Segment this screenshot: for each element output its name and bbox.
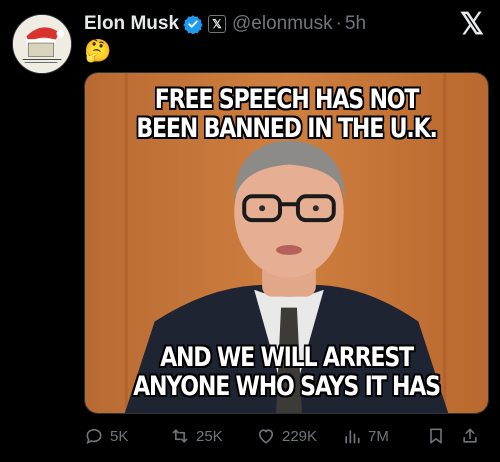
avatar[interactable] bbox=[12, 14, 72, 74]
views-button[interactable]: 7M bbox=[342, 426, 389, 446]
repost-icon bbox=[172, 429, 188, 443]
views-icon bbox=[345, 430, 360, 444]
meme-caption-bottom: AND WE WILL ARREST ANYONE WHO SAYS IT HA… bbox=[133, 342, 441, 402]
tweet-media-image[interactable]: FREE SPEECH HAS NOT BEEN BANNED IN THE U… bbox=[84, 72, 489, 414]
verified-icon bbox=[183, 14, 203, 35]
separator-dot: · bbox=[335, 13, 342, 34]
share-icon bbox=[463, 428, 477, 443]
tweet-timestamp[interactable]: 5h bbox=[345, 13, 366, 35]
tweet-header: Elon Musk 𝕏 @elonmusk · 5h bbox=[84, 12, 366, 36]
share-button[interactable] bbox=[460, 426, 486, 446]
repost-button[interactable]: 25K bbox=[170, 426, 223, 446]
reply-icon bbox=[86, 428, 102, 445]
bookmark-icon bbox=[430, 428, 442, 444]
meme-caption-top: FREE SPEECH HAS NOT BEEN BANNED IN THE U… bbox=[136, 84, 437, 144]
like-button[interactable]: 229K bbox=[256, 426, 317, 446]
reply-button[interactable]: 5K bbox=[84, 426, 128, 446]
author-handle[interactable]: @elonmusk bbox=[232, 13, 333, 35]
repost-count: 25K bbox=[196, 427, 223, 445]
like-icon bbox=[258, 429, 274, 444]
views-count: 7M bbox=[368, 427, 389, 445]
tweet-text: 🤔 bbox=[84, 38, 112, 63]
author-name[interactable]: Elon Musk bbox=[84, 13, 179, 35]
reply-count: 5K bbox=[110, 427, 129, 445]
action-bar: 5K 25K 229K 7M bbox=[84, 426, 489, 450]
bookmark-button[interactable] bbox=[426, 426, 452, 446]
affiliate-badge-icon[interactable]: 𝕏 bbox=[208, 15, 227, 33]
x-logo-icon[interactable]: 𝕏 bbox=[460, 10, 484, 40]
like-count: 229K bbox=[282, 427, 318, 445]
avatar-image bbox=[13, 15, 71, 73]
